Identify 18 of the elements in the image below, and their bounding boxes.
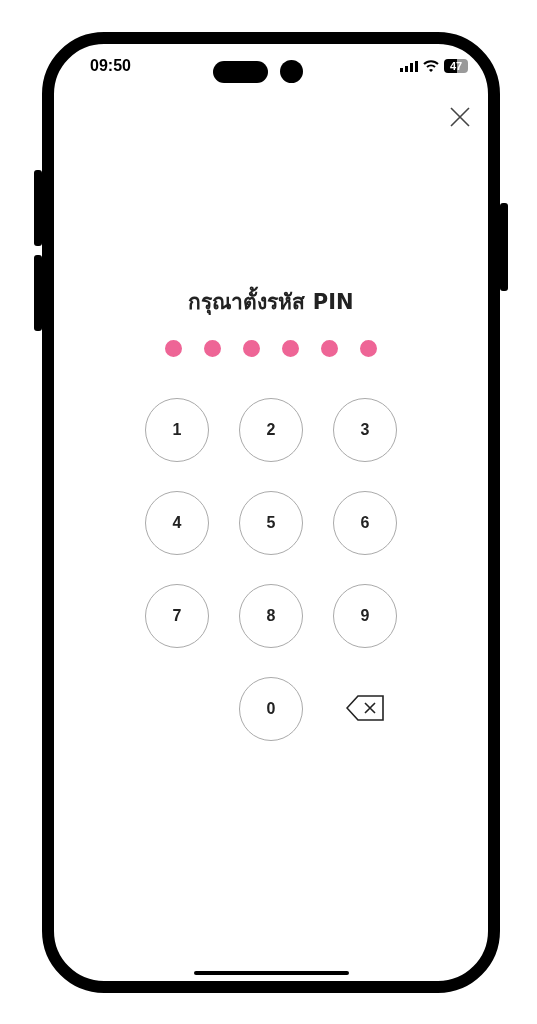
- camera-dot: [280, 60, 303, 83]
- digit-key[interactable]: 1: [145, 398, 209, 462]
- digit-key[interactable]: 5: [239, 491, 303, 555]
- digit-key[interactable]: 9: [333, 584, 397, 648]
- backspace-icon[interactable]: [346, 694, 384, 724]
- digit-key[interactable]: 3: [333, 398, 397, 462]
- digit-key[interactable]: 2: [239, 398, 303, 462]
- digit-key[interactable]: 8: [239, 584, 303, 648]
- signal-icon: [400, 60, 418, 72]
- digit-key[interactable]: 6: [333, 491, 397, 555]
- digit-key[interactable]: 0: [239, 677, 303, 741]
- close-icon[interactable]: [450, 107, 470, 127]
- dynamic-island: [213, 61, 268, 83]
- status-time: 09:50: [90, 57, 131, 75]
- wifi-icon: [423, 60, 439, 72]
- digit-key[interactable]: 4: [145, 491, 209, 555]
- digit-key[interactable]: 7: [145, 584, 209, 648]
- page-title: กรุณาตั้งรหัส PIN: [188, 288, 354, 316]
